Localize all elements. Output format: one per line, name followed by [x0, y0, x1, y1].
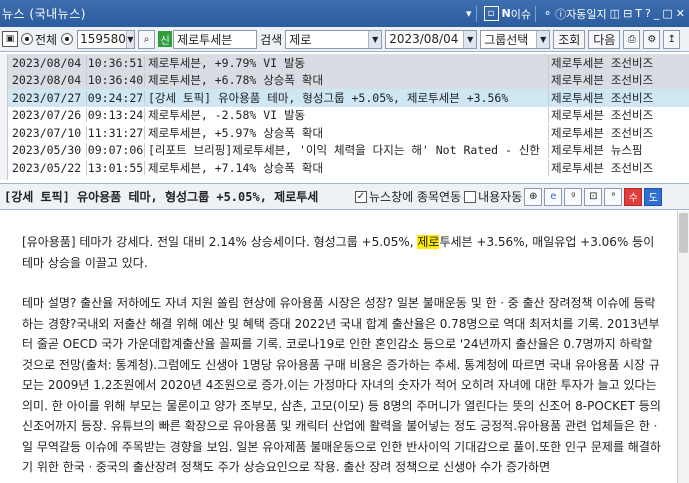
- stock-code-input[interactable]: 159580 ▼: [77, 29, 136, 49]
- auto-content-label: 내용자동: [478, 190, 523, 204]
- buy-button[interactable]: 수: [624, 187, 643, 206]
- news-row[interactable]: 2023/05/22 13:01:55 제로투세븐, +7.14% 상승폭 확대 제로…: [8, 159, 689, 177]
- up-arrow-icon[interactable]: ↥: [663, 29, 681, 49]
- scrollbar-thumb[interactable]: [679, 213, 688, 253]
- news-source: 제로투세븐 조선비즈: [551, 73, 654, 88]
- news-title: 제로투세븐, +6.78% 상승폭 확대: [145, 72, 549, 89]
- issue-button[interactable]: N 이슈: [502, 4, 531, 23]
- news-date: 2023/05/22: [8, 160, 87, 175]
- news-time: 13:01:55: [87, 160, 145, 175]
- split-icon[interactable]: ⊟: [623, 4, 632, 23]
- news-time: 10:36:40: [87, 73, 145, 88]
- fit-window-icon[interactable]: ⊡: [584, 187, 603, 206]
- gear-icon[interactable]: ⚙: [643, 29, 661, 49]
- chevron-down-icon[interactable]: ▼: [368, 30, 382, 48]
- window-icon: ▫: [483, 6, 499, 21]
- search-toolbar: ▣ 전체 159580 ▼ ⌕ 신 제로투세븐 검색 제로 ▼ 2023/08/…: [0, 27, 689, 52]
- group-select[interactable]: 그룹선택 ▼: [480, 29, 551, 49]
- news-source: 제로투세븐 뉴스핌: [551, 143, 643, 158]
- keyword-search-input[interactable]: 제로 ▼: [285, 29, 383, 49]
- list-left-strip: [0, 54, 8, 180]
- print-icon[interactable]: ⎙: [623, 29, 641, 49]
- close-icon[interactable]: ✕: [676, 4, 685, 23]
- radio-code[interactable]: [61, 33, 74, 45]
- news-row[interactable]: 2023/08/04 10:36:51 제로투세븐, +9.79% VI 발동 제로투…: [8, 54, 689, 72]
- news-date: 2023/08/04: [8, 73, 87, 88]
- news-time: 09:13:24: [87, 108, 145, 123]
- info-icon: ⓘ: [555, 7, 567, 21]
- font-size-up-icon[interactable]: ᵃ: [604, 187, 623, 206]
- maximize-icon[interactable]: □: [662, 4, 672, 23]
- link-icon[interactable]: ⚬: [543, 4, 552, 23]
- search-icon[interactable]: ⌕: [138, 29, 156, 49]
- news-time: 11:31:27: [87, 125, 145, 140]
- radio-all-label: 전체: [35, 32, 58, 47]
- font-size-down-icon[interactable]: ᵍ: [564, 187, 583, 206]
- autolog-button[interactable]: ⓘ 자동일지: [555, 4, 606, 23]
- panel-icon[interactable]: ▣: [2, 31, 18, 47]
- news-row[interactable]: 2023/07/10 11:31:27 제로투세븐, +5.97% 상승폭 확대 제로…: [8, 124, 689, 142]
- new-listing-tag: 신: [158, 31, 173, 47]
- news-source: 제로투세븐 조선비즈: [551, 55, 654, 70]
- news-title: 제로투세븐, +7.14% 상승폭 확대: [145, 159, 549, 176]
- article-headline: [강세 토픽] 유아용품 테마, 형성그룹 +5.05%, 제로투세: [4, 190, 319, 204]
- calendar-dropdown-icon[interactable]: ▼: [463, 30, 477, 48]
- news-title: [리포트 브리핑]제로투세븐, '이익 체력을 다지는 해' Not Rated…: [145, 142, 549, 159]
- sell-button[interactable]: 도: [644, 187, 663, 206]
- window-title-bar: 뉴스 (국내뉴스) ▾ ▫ N 이슈 ⚬ ⓘ 자동일지 ◫ ⊟ T ? _ □ ✕: [0, 0, 689, 27]
- chevron-down-icon[interactable]: ▼: [536, 30, 550, 48]
- window-title: 뉴스 (국내뉴스): [2, 7, 86, 21]
- news-title: 제로투세븐, -2.58% VI 발동: [145, 107, 549, 124]
- article-paragraph: [유아용품] 테마가 강세다. 전일 대비 2.14% 상승세이다. 형성그룹 …: [22, 235, 655, 270]
- query-button[interactable]: 조회: [553, 29, 586, 49]
- news-source: 제로투세븐 조선비즈: [551, 125, 654, 140]
- minimize-icon[interactable]: _: [654, 4, 660, 23]
- news-date: 2023/07/10: [8, 125, 87, 140]
- stock-name-field[interactable]: 제로투세븐: [173, 29, 258, 49]
- chevron-down-icon[interactable]: ▼: [125, 30, 135, 48]
- news-title: 제로투세븐, +9.79% VI 발동: [145, 54, 549, 71]
- dropdown-arrow-icon[interactable]: ▾: [466, 4, 472, 23]
- news-date: 2023/08/04: [8, 55, 87, 70]
- headline-bar: [강세 토픽] 유아용품 테마, 형성그룹 +5.05%, 제로투세 ✓ 뉴스창…: [0, 183, 689, 210]
- news-time: 10:36:51: [87, 55, 145, 70]
- news-date: 2023/07/26: [8, 108, 87, 123]
- news-source: 제로투세븐 조선비즈: [551, 90, 654, 105]
- news-title: 제로투세븐, +5.97% 상승폭 확대: [145, 124, 549, 141]
- window-toggle-button[interactable]: ▫: [483, 4, 499, 23]
- news-row[interactable]: 2023/07/26 09:13:24 제로투세븐, -2.58% VI 발동 제로투…: [8, 107, 689, 125]
- news-date: 2023/07/27: [8, 90, 87, 105]
- news-time: 09:07:06: [87, 143, 145, 158]
- news-row[interactable]: 2023/08/04 10:36:40 제로투세븐, +6.78% 상승폭 확대 제로…: [8, 71, 689, 89]
- search-label: 검색: [260, 32, 283, 47]
- next-button[interactable]: 다음: [588, 29, 621, 49]
- article-paragraph: 테마 설명? 출산율 저하에도 자녀 지원 쏠림 현상에 유아용품 시장은 성장…: [22, 296, 661, 474]
- link-news-checkbox[interactable]: ✓: [355, 190, 367, 203]
- help-icon[interactable]: ?: [645, 4, 651, 23]
- news-title: [강세 토픽] 유아용품 테마, 형성그룹 +5.05%, 제로투세븐 +3.5…: [145, 89, 549, 106]
- layout-icon[interactable]: ◫: [610, 4, 620, 23]
- news-source: 제로투세븐 조선비즈: [551, 160, 654, 175]
- search-highlight: 제로: [417, 235, 440, 249]
- article-scrollbar[interactable]: [677, 211, 689, 483]
- news-date: 2023/05/30: [8, 143, 87, 158]
- date-picker[interactable]: 2023/08/04 ▼: [385, 29, 478, 49]
- news-row[interactable]: 2023/05/30 09:07:06 [리포트 브리핑]제로투세븐, '이익 체력…: [8, 142, 689, 160]
- browser-icon[interactable]: e: [544, 187, 563, 206]
- font-size-icon[interactable]: T: [635, 4, 642, 23]
- news-list: 2023/08/04 10:36:51 제로투세븐, +9.79% VI 발동 제로투…: [8, 54, 689, 180]
- auto-content-checkbox[interactable]: [464, 190, 477, 203]
- news-row[interactable]: 2023/07/27 09:24:27 [강세 토픽] 유아용품 테마, 형성그룹 …: [8, 89, 689, 107]
- article-body: [유아용품] 테마가 강세다. 전일 대비 2.14% 상승세이다. 형성그룹 …: [0, 211, 677, 483]
- news-time: 09:24:27: [87, 90, 145, 105]
- news-source: 제로투세븐 조선비즈: [551, 108, 654, 123]
- link-news-label: 뉴스창에 종목연동: [369, 190, 462, 204]
- zoom-icon[interactable]: ⊕: [524, 187, 543, 206]
- radio-all[interactable]: [21, 33, 33, 45]
